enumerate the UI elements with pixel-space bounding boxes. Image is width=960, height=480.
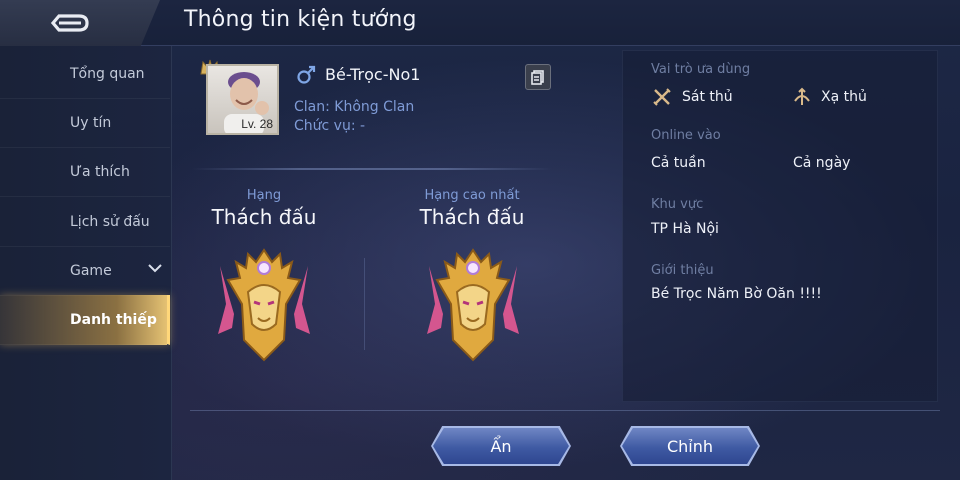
challenger-emblem-icon	[218, 248, 310, 362]
online-label: Online vào	[651, 128, 721, 143]
rank-label: Hạng	[246, 188, 282, 203]
hide-button[interactable]: Ẩn	[433, 428, 569, 464]
sidebar-item-match-history[interactable]: Lịch sử đấu	[0, 197, 170, 247]
marksman-icon	[794, 87, 810, 105]
sidebar-item-label: Game	[70, 262, 112, 279]
region-label: Khu vực	[651, 197, 704, 212]
sidebar-item-overview[interactable]: Tổng quan	[0, 49, 170, 99]
rank-label: Hạng cao nhất	[424, 188, 520, 203]
sidebar-item-reputation[interactable]: Uy tín	[0, 98, 170, 148]
sidebar-item-favorites[interactable]: Ưa thích	[0, 147, 170, 197]
region-value: TP Hà Nội	[651, 221, 719, 237]
sidebar-item-label: Tổng quan	[70, 65, 145, 82]
avatar[interactable]: Lv. 28	[206, 64, 279, 135]
player-level: Lv. 28	[241, 117, 273, 131]
page-title: Thông tin kiện tướng	[184, 7, 417, 32]
rank-divider	[364, 258, 365, 350]
rank-value: Thách đấu	[211, 205, 317, 229]
divider	[192, 168, 552, 170]
top-bar: Thông tin kiện tướng	[0, 0, 960, 46]
role-assassin: Sát thủ	[682, 89, 733, 105]
online-time: Cả ngày	[793, 155, 851, 171]
clan-text: Clan: Không Clan	[294, 99, 415, 115]
player-name: Bé-Trọc-No1	[325, 65, 421, 84]
intro-label: Giới thiệu	[651, 263, 714, 278]
sidebar-item-game[interactable]: Game	[0, 246, 170, 296]
chevron-down-icon	[148, 264, 162, 273]
assassin-icon	[653, 88, 671, 106]
position-text: Chức vụ: -	[294, 118, 366, 134]
sidebar: Tổng quan Uy tín Ưa thích Lịch sử đấu Ga…	[0, 46, 172, 480]
sidebar-item-label: Danh thiếp	[70, 311, 157, 328]
online-days: Cả tuần	[651, 155, 706, 171]
rank-value: Thách đấu	[419, 205, 525, 229]
highest-rank: Hạng cao nhất Thách đấu	[397, 188, 547, 229]
sidebar-item-label: Ưa thích	[70, 163, 130, 180]
male-gender-icon	[297, 65, 316, 84]
sidebar-item-label: Lịch sử đấu	[70, 213, 150, 230]
copy-button[interactable]	[525, 64, 551, 90]
sidebar-item-label: Uy tín	[70, 114, 112, 131]
edit-button[interactable]: Chỉnh	[622, 428, 758, 464]
back-button[interactable]	[0, 0, 160, 46]
bottom-divider	[190, 410, 940, 411]
copy-icon	[531, 70, 544, 85]
role-label: Vai trò ưa dùng	[651, 62, 751, 77]
sidebar-item-business-card[interactable]: Danh thiếp	[0, 295, 170, 345]
current-rank: Hạng Thách đấu	[189, 188, 339, 229]
challenger-emblem-icon	[427, 248, 519, 362]
intro-text: Bé Trọc Năm Bờ Oăn !!!!	[651, 286, 822, 302]
role-marksman: Xạ thủ	[821, 89, 867, 105]
back-arrow-icon	[50, 14, 89, 32]
